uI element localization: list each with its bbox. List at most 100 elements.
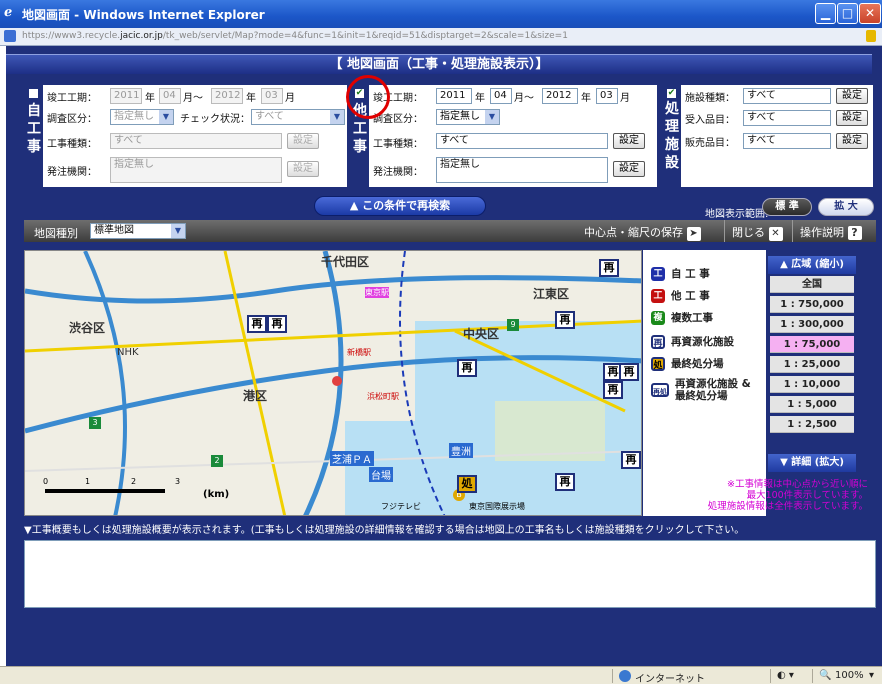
center-marker[interactable] <box>332 376 342 386</box>
scale-option[interactable]: 1 : 25,000 <box>770 356 854 373</box>
protected-mode-cell[interactable]: ◐ ▾ <box>770 669 810 683</box>
recycle-facility-marker[interactable]: 再 <box>555 473 575 491</box>
close-window-button[interactable]: ✕ <box>859 3 881 24</box>
other-month-to[interactable]: 03 <box>596 88 618 104</box>
map-label: 2 <box>131 477 137 486</box>
help-button[interactable]: 操作説明 ? <box>800 224 862 240</box>
other-year-from[interactable]: 2011 <box>436 88 472 104</box>
chevron-down-icon: ▼ <box>159 110 173 124</box>
recycle-facility-marker[interactable]: 再 <box>619 363 639 381</box>
other-type-field[interactable]: すべて <box>436 133 608 149</box>
sale-item-set-button[interactable]: 設定 <box>836 133 868 149</box>
page-icon <box>4 30 16 42</box>
url-text[interactable]: https://www3.recycle.jacic.or.jp/tk_web/… <box>22 31 568 41</box>
year-unit: 年 <box>246 93 256 104</box>
chevron-down-icon: ▼ <box>330 110 344 124</box>
side-char: 事 <box>353 139 367 155</box>
close-map-button[interactable]: 閉じる ✕ <box>732 224 783 241</box>
route-number: 9 <box>507 319 519 331</box>
zoom-in-button[interactable]: ▼ 詳細 (拡大) <box>768 454 856 472</box>
map-label: 港区 <box>243 389 268 403</box>
self-org-set-button[interactable]: 設定 <box>287 161 319 177</box>
minimize-button[interactable]: ▁ <box>815 3 836 24</box>
disposal-site-marker[interactable]: 処 <box>457 475 477 493</box>
scale-option[interactable]: 1 : 10,000 <box>770 376 854 393</box>
scale-option[interactable]: 全国 <box>770 276 854 293</box>
self-type-set-button[interactable]: 設定 <box>287 133 319 149</box>
legend-recycle-and-disposal: 再処再資源化施設 &最終処分場 <box>651 378 751 402</box>
lock-icon[interactable] <box>866 30 876 42</box>
year-unit: 年 <box>581 93 591 104</box>
self-org-field[interactable]: 指定無し <box>110 157 282 183</box>
zoom-cell[interactable]: 🔍 100% ▾ <box>812 669 882 683</box>
scale-option[interactable]: 1 : 300,000 <box>770 316 854 333</box>
map-label: (km) <box>203 489 230 500</box>
other-org-field[interactable]: 指定無し <box>436 157 608 183</box>
globe-icon <box>619 670 631 682</box>
zoom-icon: 🔍 <box>819 670 832 681</box>
map-type-label: 地図種別 <box>34 227 78 240</box>
self-year-to[interactable]: 2012 <box>211 88 243 104</box>
status-bar: インターネット ◐ ▾ 🔍 100% ▾ <box>0 666 882 685</box>
year-unit: 年 <box>475 93 485 104</box>
recycle-facility-marker[interactable]: 再 <box>599 259 619 277</box>
map-label: 江東区 <box>533 287 570 301</box>
other-works-icon: 工 <box>651 289 665 303</box>
chevron-down-icon: ▼ <box>171 224 185 238</box>
scale-option[interactable]: 1 : 5,000 <box>770 396 854 413</box>
research-button[interactable]: ▲ この条件で再検索 <box>314 196 486 216</box>
facility-checkbox[interactable]: ✔ <box>666 88 677 99</box>
scale-option[interactable]: 1 : 2,500 <box>770 416 854 433</box>
other-year-to[interactable]: 2012 <box>542 88 578 104</box>
legend-recycle-facility: 再再資源化施設 <box>651 334 734 350</box>
self-month-to[interactable]: 03 <box>261 88 283 104</box>
accept-item-set-button[interactable]: 設定 <box>836 110 868 126</box>
recycle-facility-marker[interactable]: 再 <box>457 359 477 377</box>
standard-range-button[interactable]: 標 準 <box>762 198 812 216</box>
facility-type-set-button[interactable]: 設定 <box>836 88 868 104</box>
accept-item-label: 受入品目： <box>685 115 735 126</box>
scale-option[interactable]: 1 : 750,000 <box>770 296 854 313</box>
map-canvas[interactable]: 千代田区 江東区 渋谷区 中央区 港区 NHK 芝浦ＰＡ 台場 豊洲 新橋駅 東… <box>24 250 642 516</box>
scale-option-selected[interactable]: 1 : 75,000 <box>770 336 854 353</box>
address-bar[interactable]: https://www3.recycle.jacic.or.jp/tk_web/… <box>0 28 882 46</box>
self-works-checkbox[interactable] <box>28 88 39 99</box>
map-type-select[interactable]: 標準地図 ▼ <box>90 223 186 239</box>
month-range-unit: 月～ <box>514 93 534 104</box>
recycle-facility-marker[interactable]: 再 <box>555 311 575 329</box>
description-box <box>24 540 876 608</box>
save-center-scale-button[interactable]: 中心点・縮尺の保存 ➤ <box>584 224 701 241</box>
map-toolbar: 地図種別 標準地図 ▼ 中心点・縮尺の保存 ➤ 閉じる ✕ 操作説明 ? <box>24 220 876 242</box>
other-type-label: 工事種類： <box>373 139 423 150</box>
self-type-field[interactable]: すべて <box>110 133 282 149</box>
facility-type-field[interactable]: すべて <box>743 88 831 104</box>
recycle-facility-marker[interactable]: 再 <box>267 315 287 333</box>
maximize-button[interactable]: □ <box>837 3 858 24</box>
sale-item-field[interactable]: すべて <box>743 133 831 149</box>
map-label: 東京国際展示場 <box>469 502 525 511</box>
chevron-down-icon: ▼ <box>485 110 499 124</box>
expand-range-button[interactable]: 拡 大 <box>818 198 874 216</box>
side-char: 施 <box>665 137 679 153</box>
recycle-facility-marker[interactable]: 再 <box>621 451 641 469</box>
check-status-select[interactable]: すべて ▼ <box>251 109 345 125</box>
recycle-facility-marker[interactable]: 再 <box>247 315 267 333</box>
month-unit: 月 <box>285 93 295 104</box>
sale-item-label: 販売品目： <box>685 138 735 149</box>
map-label: 0 <box>43 477 49 486</box>
self-survey-select[interactable]: 指定無し ▼ <box>110 109 174 125</box>
map-label: 中央区 <box>463 327 500 341</box>
other-org-set-button[interactable]: 設定 <box>613 161 645 177</box>
self-month-from[interactable]: 04 <box>159 88 181 104</box>
other-month-from[interactable]: 04 <box>490 88 512 104</box>
self-year-from[interactable]: 2011 <box>110 88 142 104</box>
recycle-facility-marker[interactable]: 再 <box>603 381 623 399</box>
accept-item-field[interactable]: すべて <box>743 110 831 126</box>
other-type-set-button[interactable]: 設定 <box>613 133 645 149</box>
other-survey-select[interactable]: 指定無し ▼ <box>436 109 500 125</box>
facility-panel: ✔ 処 理 施 設 施設種類： すべて 設定 受入品目： すべて 設定 販売品目… <box>662 84 874 188</box>
zoom-out-button[interactable]: ▲ 広域 (縮小) <box>768 256 856 274</box>
scale-panel: ▲ 広域 (縮小) 全国 1 : 750,000 1 : 300,000 1 :… <box>767 255 857 473</box>
self-type-label: 工事種類： <box>47 139 97 150</box>
note-line: 最大100件表示しています。 <box>746 490 868 501</box>
